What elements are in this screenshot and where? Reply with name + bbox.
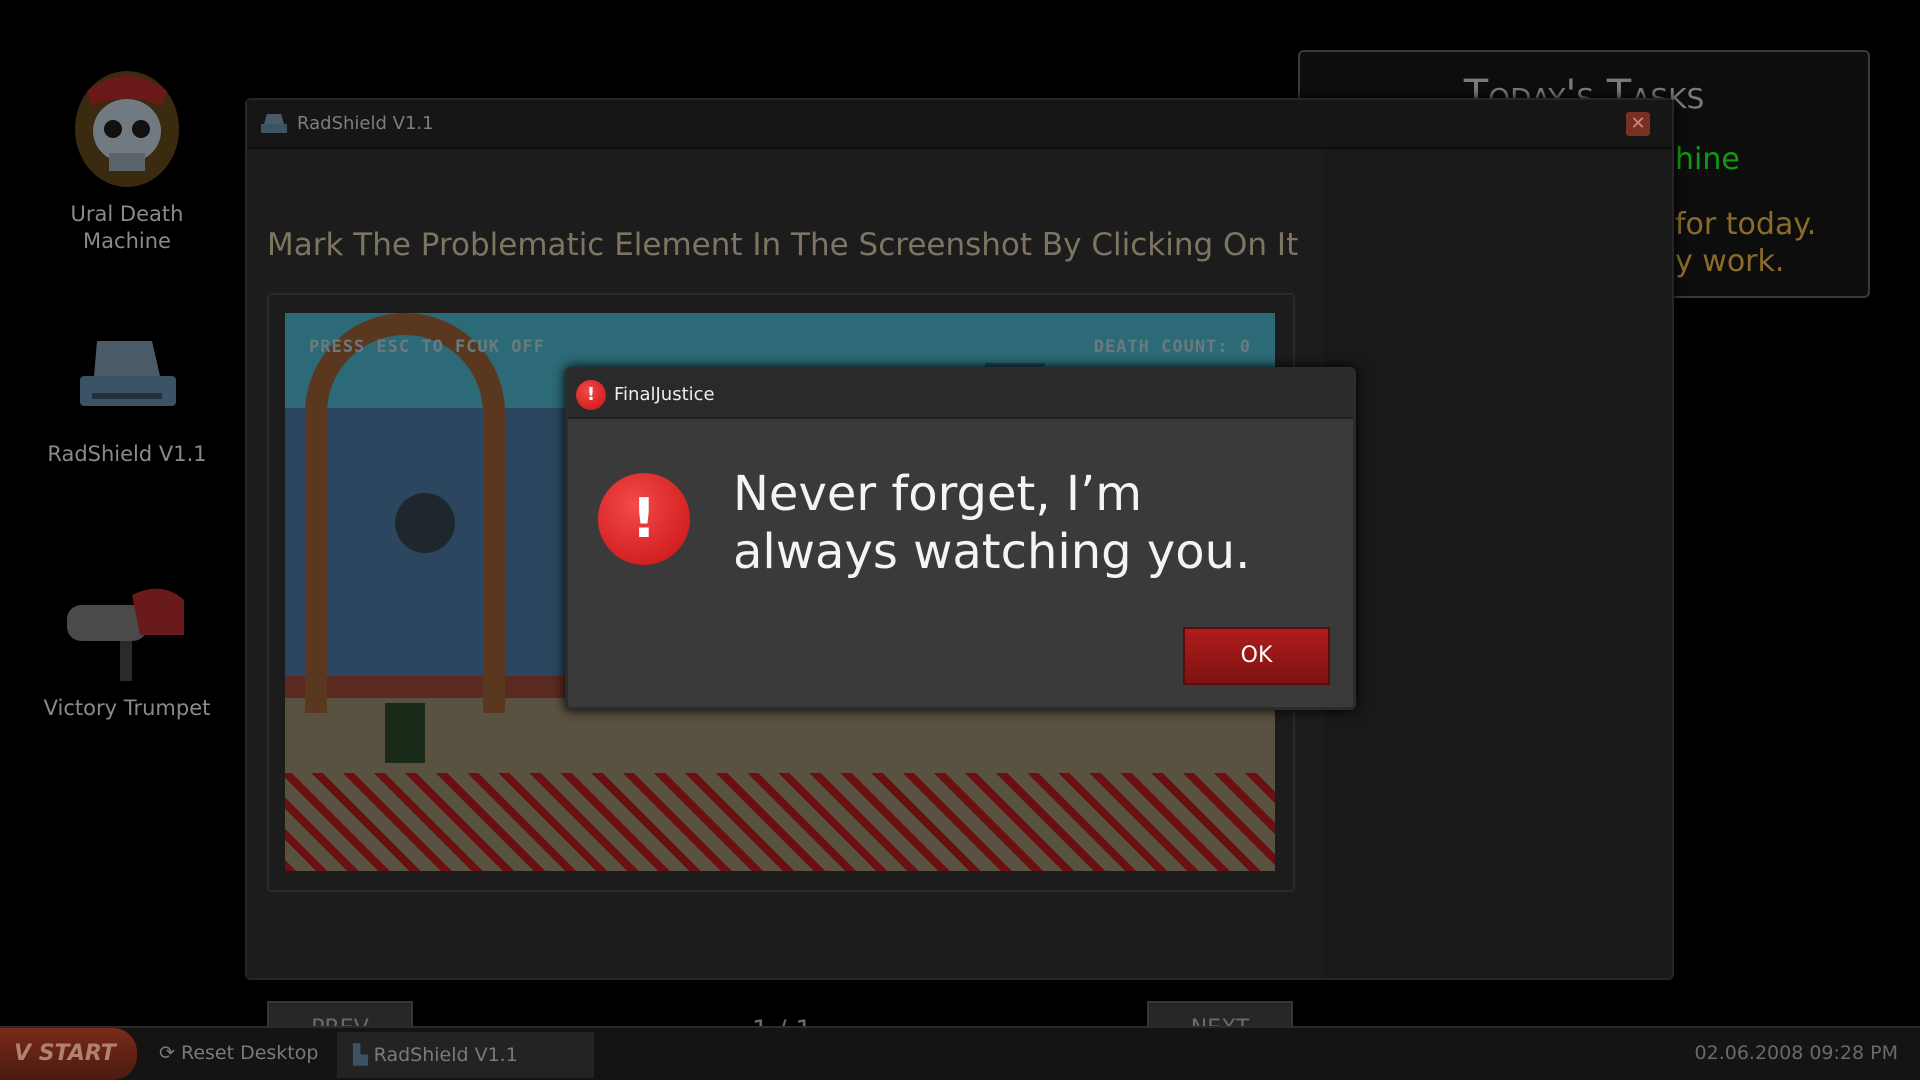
hud-left: PRESS ESC TO FCUK OFF [309,337,545,357]
dialog-message: Never forget, I’m always watching you. [733,466,1251,580]
printer-icon [80,341,176,406]
ok-button[interactable]: OK [1183,627,1330,685]
v-logo-icon: V [14,1041,39,1066]
hud-right: DEATH COUNT: 0 [1093,337,1251,357]
task-item: hine [1675,142,1740,177]
desktop-icon-victory-trumpet[interactable]: Victory Trumpet [40,575,214,722]
start-label: START [38,1041,116,1066]
reset-label: Reset Desktop [180,1042,319,1064]
desktop-icon-ural-death-machine[interactable]: Ural Death Machine [40,61,214,255]
task-heading: Mark The Problematic Element In The Scre… [267,227,1299,263]
player-character[interactable] [385,703,425,763]
desktop-icon-label: RadShield V1.1 [47,442,207,466]
refresh-icon: ⟳ [159,1042,181,1064]
clock: 02.06.2008 09:28 PM [1694,1042,1898,1064]
taskbar-item-radshield[interactable]: ▙ RadShield V1.1 [337,1032,594,1078]
tasks-note: for today. [1675,207,1817,242]
news-mailbox-icon [67,588,184,681]
printer-icon [261,114,287,133]
dialog-title: FinalJustice [614,384,715,405]
dialog-titlebar[interactable]: ! FinalJustice [568,370,1353,419]
task-label: RadShield V1.1 [373,1044,518,1066]
skull-emblem-icon [75,71,179,187]
alert-icon-large: ! [598,473,690,565]
alert-icon: ! [576,380,606,410]
blood-splatter [285,773,1275,871]
reset-desktop-button[interactable]: ⟳ Reset Desktop [159,1042,318,1064]
smoke [395,493,455,553]
printer-icon: ▙ [353,1044,374,1066]
desktop-icon-label: Ural Death Machine [70,202,184,253]
start-button[interactable]: V START [0,1028,137,1080]
taskbar: V START ⟳ Reset Desktop ▙ RadShield V1.1… [0,1026,1920,1080]
close-button[interactable]: ✕ [1626,112,1650,136]
desktop-icon-radshield[interactable]: RadShield V1.1 [40,331,214,468]
tasks-note: y work. [1675,244,1785,279]
window-titlebar[interactable]: RadShield V1.1 ✕ [247,100,1672,149]
close-icon: ✕ [1630,113,1646,134]
finaljustice-dialog: ! FinalJustice ! Never forget, I’m alway… [565,367,1356,710]
window-title: RadShield V1.1 [297,113,434,134]
desktop-icon-label: Victory Trumpet [43,696,211,720]
